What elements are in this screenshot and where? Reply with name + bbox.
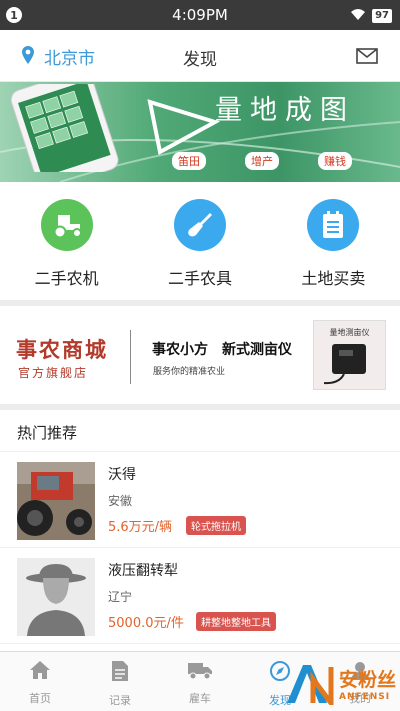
promo-headline: 事农小方 新式测亩仪 (152, 342, 292, 358)
category-grid: 二手农机 二手农具 土地买卖 (0, 182, 400, 300)
store-name: 事农商城 (16, 338, 108, 362)
watermark-subtext: ANFENSI (338, 691, 391, 702)
item-name: 沃得 (108, 467, 136, 483)
banner-tag: 增产 (245, 152, 279, 170)
item-region: 安徽 (108, 494, 133, 508)
record-icon (111, 660, 129, 686)
category-land-trade[interactable]: 土地买卖 (267, 182, 400, 300)
tab-label: 记录 (109, 694, 131, 707)
promo-divider (130, 330, 131, 384)
watermark-logo: 安粉丝 ANFENSI (283, 661, 396, 705)
store-promo-card[interactable]: 事农商城 官方旗舰店 事农小方 新式测亩仪 服务你的精准农业 量地测亩仪 (0, 306, 400, 404)
status-time: 4:09PM (172, 6, 228, 24)
tab-hire-vehicle[interactable]: 雇车 (160, 652, 240, 711)
banner-tag: 赚钱 (318, 152, 352, 170)
category-label: 土地买卖 (301, 269, 366, 288)
tab-home[interactable]: 首页 (0, 652, 80, 711)
product-image-label: 量地测亩仪 (329, 328, 370, 337)
truck-icon (187, 660, 213, 684)
item-price: 5000.0元/件 (108, 616, 184, 631)
store-subtitle: 官方旗舰店 (18, 366, 89, 380)
category-used-tools[interactable]: 二手农具 (133, 182, 266, 300)
item-price: 5.6万元/辆 (108, 520, 173, 535)
product-image: 量地测亩仪 (313, 320, 386, 390)
home-icon (29, 660, 51, 684)
category-label: 二手农机 (34, 269, 99, 288)
tab-label: 雇车 (189, 692, 211, 705)
page-title: 发现 (183, 50, 217, 70)
hot-section-title: 热门推荐 (0, 410, 400, 452)
tractor-icon (40, 199, 93, 251)
promo-subline: 服务你的精准农业 (153, 367, 226, 377)
list-item[interactable]: 沃得 安徽 5.6万元/辆 轮式拖拉机 (0, 452, 400, 548)
status-bar: 1 4:09PM 97 (0, 0, 400, 30)
item-category-badge: 轮式拖拉机 (186, 516, 246, 535)
tab-records[interactable]: 记录 (80, 652, 160, 711)
shovel-icon (173, 199, 226, 251)
category-used-machinery[interactable]: 二手农机 (0, 182, 133, 300)
banner-tag: 笛田 (172, 152, 206, 170)
promo-banner[interactable]: 量地成图 笛田 增产 赚钱 (0, 82, 400, 182)
wifi-icon (350, 7, 366, 25)
mail-icon[interactable] (356, 48, 378, 68)
watermark-text: 安粉丝 (338, 668, 396, 691)
item-thumbnail (17, 462, 95, 540)
watermark-mark (286, 665, 334, 705)
app-header: 北京市 发现 (0, 30, 400, 82)
list-item[interactable]: 液压翻转犁 辽宁 5000.0元/件 耕整地整地工具 (0, 548, 400, 644)
document-icon (307, 199, 360, 251)
item-category-badge: 耕整地整地工具 (196, 612, 276, 631)
notification-count-badge: 1 (6, 7, 22, 23)
phone-image (4, 82, 124, 182)
category-label: 二手农具 (167, 269, 232, 288)
banner-title: 量地成图 (215, 95, 355, 126)
tab-label: 首页 (29, 692, 51, 705)
battery-level: 97 (372, 9, 392, 23)
item-thumbnail (17, 558, 95, 636)
item-region: 辽宁 (108, 590, 133, 604)
item-name: 液压翻转犁 (108, 563, 178, 579)
